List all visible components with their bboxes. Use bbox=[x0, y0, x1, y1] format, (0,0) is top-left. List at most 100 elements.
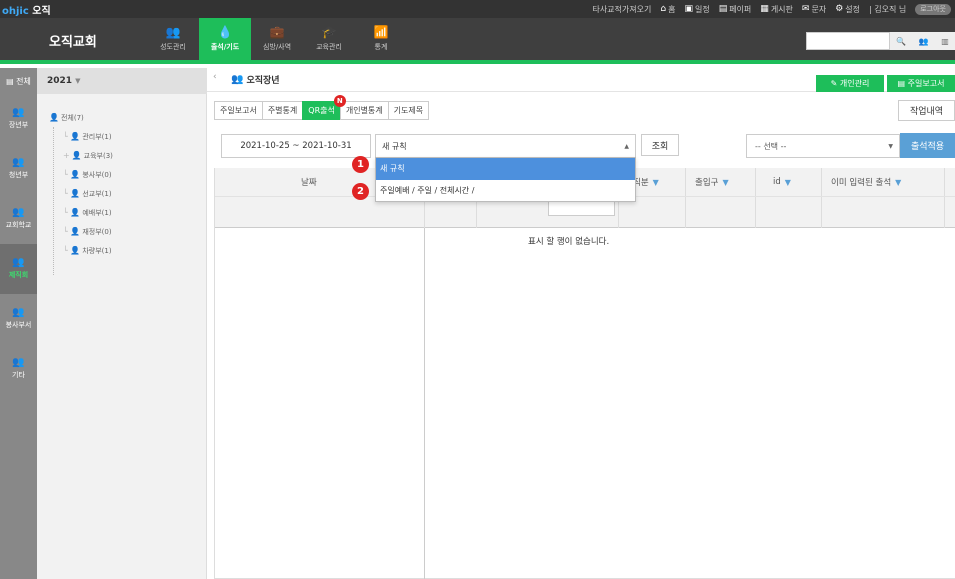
filter-icon[interactable]: ▼ bbox=[785, 178, 791, 187]
brand-logo[interactable]: ohjic 오직 bbox=[2, 2, 51, 17]
tree-node[interactable]: + 👤 교육부(3) bbox=[49, 146, 113, 165]
tree-node[interactable]: └ 👤 관리부(1) bbox=[49, 127, 113, 146]
users-icon: 👥 bbox=[231, 74, 244, 85]
empty-message: 표시 할 행이 없습니다. bbox=[528, 237, 610, 247]
tree-node[interactable]: └ 👤 선교부(1) bbox=[49, 184, 113, 203]
users-icon: 👥 bbox=[12, 307, 25, 318]
column-header-id[interactable]: id ▼ bbox=[773, 168, 791, 196]
person-icon: └ 👤 bbox=[63, 132, 81, 141]
tab-weekly-stats[interactable]: 주별통계 bbox=[261, 101, 304, 120]
sidebar-item-other[interactable]: 👥 기타 bbox=[0, 344, 37, 394]
users-icon: 👥 bbox=[165, 25, 181, 39]
menu-members[interactable]: 👥 성도관리 bbox=[147, 18, 199, 60]
rule-option-sunday[interactable]: 주일예배 / 주일 / 전체시간 / bbox=[376, 180, 635, 202]
message-link[interactable]: ✉ 문자 bbox=[802, 4, 826, 15]
briefcase-icon: 💼 bbox=[269, 25, 285, 39]
settings-link[interactable]: ⚙ 설정 bbox=[835, 4, 860, 15]
page-title: 👥 오직장년 bbox=[231, 74, 280, 86]
query-button[interactable]: 조회 bbox=[641, 134, 679, 156]
person-icon: 👤 bbox=[71, 151, 82, 160]
grid-icon[interactable]: ▥ bbox=[941, 37, 949, 46]
menu-statistics[interactable]: 📶 통계 bbox=[355, 18, 407, 60]
personal-manage-button[interactable]: ✎ 개인관리 bbox=[816, 75, 884, 92]
graduation-cap-icon: 🎓 bbox=[321, 25, 337, 39]
import-link[interactable]: 타사교적가져오기 bbox=[592, 4, 651, 15]
filter-icon[interactable]: ▼ bbox=[895, 178, 901, 187]
sidebar-item-service[interactable]: 👥 봉사부서 bbox=[0, 294, 37, 344]
filter-icon[interactable]: ▼ bbox=[722, 178, 728, 187]
rule-select[interactable]: 새 규칙 ▲ bbox=[375, 134, 636, 158]
brand-primary: ohjic bbox=[2, 6, 29, 17]
menu-education[interactable]: 🎓 교육관리 bbox=[303, 18, 355, 60]
attendance-grid: 날짜 직분 ▼ 출입구 ▼ id ▼ 이미 입력된 출석 ▼ 표시 할 행이 없습니다. bbox=[214, 168, 955, 579]
frozen-column-divider bbox=[424, 228, 425, 579]
sidebar-item-adult[interactable]: 👥 장년부 bbox=[0, 94, 37, 144]
caret-down-icon: ▼ bbox=[75, 77, 81, 85]
main-nav: 오직교회 👥 성도관리 💧 출석/기도 💼 심방/사역 🎓 교육관리 📶 통계 🔍 👥 ▥ bbox=[0, 18, 955, 64]
expand-icon[interactable]: + bbox=[63, 151, 70, 160]
users-icon: 👥 bbox=[12, 107, 25, 118]
tab-bar: 주일보고서 주별통계 QR출석 N 개인별통계 기도제목 bbox=[214, 95, 430, 120]
tab-qr-attendance[interactable]: QR출석 N bbox=[302, 95, 346, 120]
step-marker-2: 2 bbox=[352, 183, 369, 200]
paper-link[interactable]: ▤ 페이퍼 bbox=[719, 4, 752, 15]
sidebar-item-all[interactable]: ▤ 전체 bbox=[0, 68, 37, 94]
logout-button[interactable]: 로그아웃 bbox=[915, 3, 951, 15]
group-tree: 👤 전체(7) └ 👤 관리부(1) + 👤 교육부(3) └ 👤 봉사부(0) └ 👤 선… bbox=[49, 108, 113, 260]
date-range-input[interactable]: 2021-10-25 ~ 2021-10-31 bbox=[221, 134, 371, 158]
bar-chart-icon: 📶 bbox=[373, 25, 389, 39]
paper-icon: ▤ bbox=[718, 4, 728, 14]
weekly-report-button[interactable]: ▤ 주일보고서 bbox=[887, 75, 955, 92]
tree-node[interactable]: └ 👤 재정부(0) bbox=[49, 222, 113, 241]
search-input[interactable] bbox=[806, 32, 890, 50]
home-link[interactable]: ⌂ 홈 bbox=[660, 4, 675, 15]
search-buttons: 🔍 👥 ▥ bbox=[890, 32, 955, 50]
column-filter-input[interactable] bbox=[548, 200, 615, 216]
search-icon[interactable]: 🔍 bbox=[896, 37, 906, 46]
tree-node[interactable]: └ 👤 봉사부(0) bbox=[49, 165, 113, 184]
person-icon: 👤 bbox=[49, 113, 59, 122]
calendar-icon: ▣ bbox=[684, 4, 693, 14]
column-header-date[interactable]: 날짜 bbox=[301, 168, 317, 196]
tree-node[interactable]: └ 👤 예배부(1) bbox=[49, 203, 113, 222]
tree-node[interactable]: └ 👤 차량부(1) bbox=[49, 241, 113, 260]
sidebar-item-deacons[interactable]: 👥 제직회 bbox=[0, 244, 37, 294]
envelope-icon: ✉ bbox=[801, 4, 810, 14]
person-icon: └ 👤 bbox=[63, 246, 81, 255]
users-icon: 👥 bbox=[12, 157, 25, 168]
tab-personal-stats[interactable]: 개인별통계 bbox=[339, 101, 389, 120]
option-select[interactable]: -- 선택 -- ▼ bbox=[746, 134, 900, 158]
menu-visitation[interactable]: 💼 심방/사역 bbox=[251, 18, 303, 60]
users-search-icon[interactable]: 👥 bbox=[919, 37, 929, 46]
users-icon: 👥 bbox=[12, 257, 25, 268]
step-marker-1: 1 bbox=[352, 156, 369, 173]
tab-weekly-report[interactable]: 주일보고서 bbox=[214, 101, 263, 120]
top-links: 타사교적가져오기 ⌂ 홈 ▣ 일정 ▤ 페이퍼 ▦ 게시판 ✉ 문자 ⚙ 설정 | 김오직 … bbox=[592, 0, 955, 18]
column-header-gate[interactable]: 출입구 ▼ bbox=[695, 168, 729, 196]
home-icon: ⌂ bbox=[660, 4, 667, 14]
chevron-left-icon[interactable]: ‹ bbox=[213, 72, 217, 82]
work-history-button[interactable]: 작업내역 bbox=[898, 100, 955, 121]
caret-down-icon: ▼ bbox=[888, 143, 893, 150]
rule-option-new[interactable]: 새 규칙 bbox=[376, 158, 635, 180]
person-icon: └ 👤 bbox=[63, 170, 81, 179]
apply-attendance-button[interactable]: 출석적용 bbox=[900, 133, 955, 158]
column-header-position[interactable]: 직분 ▼ bbox=[633, 168, 659, 196]
page-header: ‹ 👥 오직장년 ✎ 개인관리 ▤ 주일보고서 bbox=[207, 68, 955, 92]
board-link[interactable]: ▦ 게시판 bbox=[760, 4, 793, 15]
main-content: ‹ 👥 오직장년 ✎ 개인관리 ▤ 주일보고서 주일보고서 주별통계 QR출석 N… bbox=[207, 68, 955, 579]
users-icon: 👥 bbox=[12, 207, 25, 218]
sidebar-item-youth[interactable]: 👥 청년부 bbox=[0, 144, 37, 194]
column-header-existing[interactable]: 이미 입력된 출석 ▼ bbox=[831, 168, 901, 196]
gear-icon: ⚙ bbox=[835, 4, 844, 14]
tab-prayer[interactable]: 기도제목 bbox=[387, 101, 430, 120]
menu-attendance[interactable]: 💧 출석/기도 bbox=[199, 18, 251, 60]
filter-icon[interactable]: ▼ bbox=[653, 178, 659, 187]
tree-node-root[interactable]: 👤 전체(7) bbox=[49, 108, 113, 127]
church-name[interactable]: 오직교회 bbox=[49, 31, 97, 50]
group-tree-panel: 2021 ▼ 👤 전체(7) └ 👤 관리부(1) + 👤 교육부(3) └ 👤 봉사부(… bbox=[37, 68, 207, 579]
year-selector[interactable]: 2021 ▼ bbox=[37, 68, 207, 94]
main-menu: 👥 성도관리 💧 출석/기도 💼 심방/사역 🎓 교육관리 📶 통계 bbox=[147, 18, 407, 60]
sidebar-item-school[interactable]: 👥 교회학교 bbox=[0, 194, 37, 244]
schedule-link[interactable]: ▣ 일정 bbox=[684, 4, 709, 15]
